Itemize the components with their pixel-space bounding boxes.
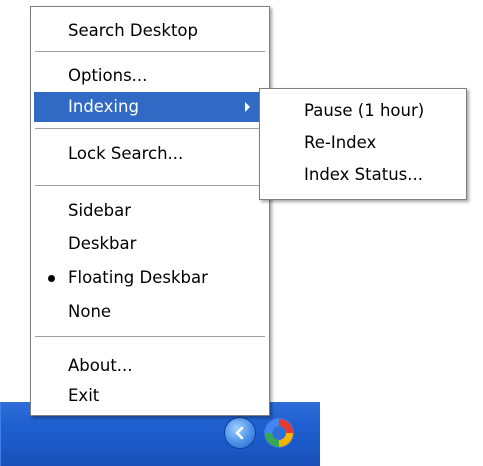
submenu-item-label: Pause (1 hour) (304, 101, 425, 120)
menu-item-label: Floating Deskbar (68, 268, 208, 287)
google-desktop-icon[interactable] (262, 416, 296, 450)
menu-item-label: Options... (68, 66, 148, 85)
indexing-submenu: Pause (1 hour) Re-Index Index Status... (259, 88, 467, 200)
menu-item-options[interactable]: Options... (34, 61, 266, 91)
submenu-item-index-status[interactable]: Index Status... (263, 160, 463, 190)
menu-item-indexing[interactable]: Indexing (34, 92, 266, 122)
submenu-item-label: Index Status... (304, 165, 423, 184)
menu-item-deskbar[interactable]: Deskbar (34, 229, 266, 259)
menu-item-search-desktop[interactable]: Search Desktop (34, 16, 266, 46)
submenu-item-label: Re-Index (304, 133, 377, 152)
menu-item-label: Indexing (68, 97, 139, 116)
menu-item-floating-deskbar[interactable]: Floating Deskbar (34, 263, 266, 293)
menu-separator (35, 51, 265, 53)
context-menu: Search Desktop Options... Indexing Lock … (30, 6, 270, 416)
menu-item-exit[interactable]: Exit (34, 381, 266, 411)
submenu-item-pause[interactable]: Pause (1 hour) (263, 96, 463, 126)
menu-item-label: Exit (68, 386, 100, 405)
menu-item-none[interactable]: None (34, 297, 266, 327)
menu-item-label: Sidebar (68, 201, 132, 220)
show-hidden-icons-chevron-icon[interactable] (225, 418, 255, 448)
menu-item-about[interactable]: About... (34, 351, 266, 381)
menu-item-label: Search Desktop (68, 21, 198, 40)
radio-bullet-icon (48, 275, 55, 282)
menu-separator (35, 185, 265, 187)
menu-item-label: Lock Search... (68, 144, 184, 163)
submenu-arrow-icon (245, 102, 250, 112)
menu-item-label: Deskbar (68, 234, 137, 253)
menu-item-label: None (68, 302, 112, 321)
menu-item-label: About... (68, 356, 133, 375)
menu-separator (35, 128, 265, 130)
menu-item-lock-search[interactable]: Lock Search... (34, 139, 266, 169)
submenu-item-re-index[interactable]: Re-Index (263, 128, 463, 158)
desktop-screen: Search Desktop Options... Indexing Lock … (0, 0, 483, 466)
menu-item-sidebar[interactable]: Sidebar (34, 196, 266, 226)
menu-separator (35, 336, 265, 338)
